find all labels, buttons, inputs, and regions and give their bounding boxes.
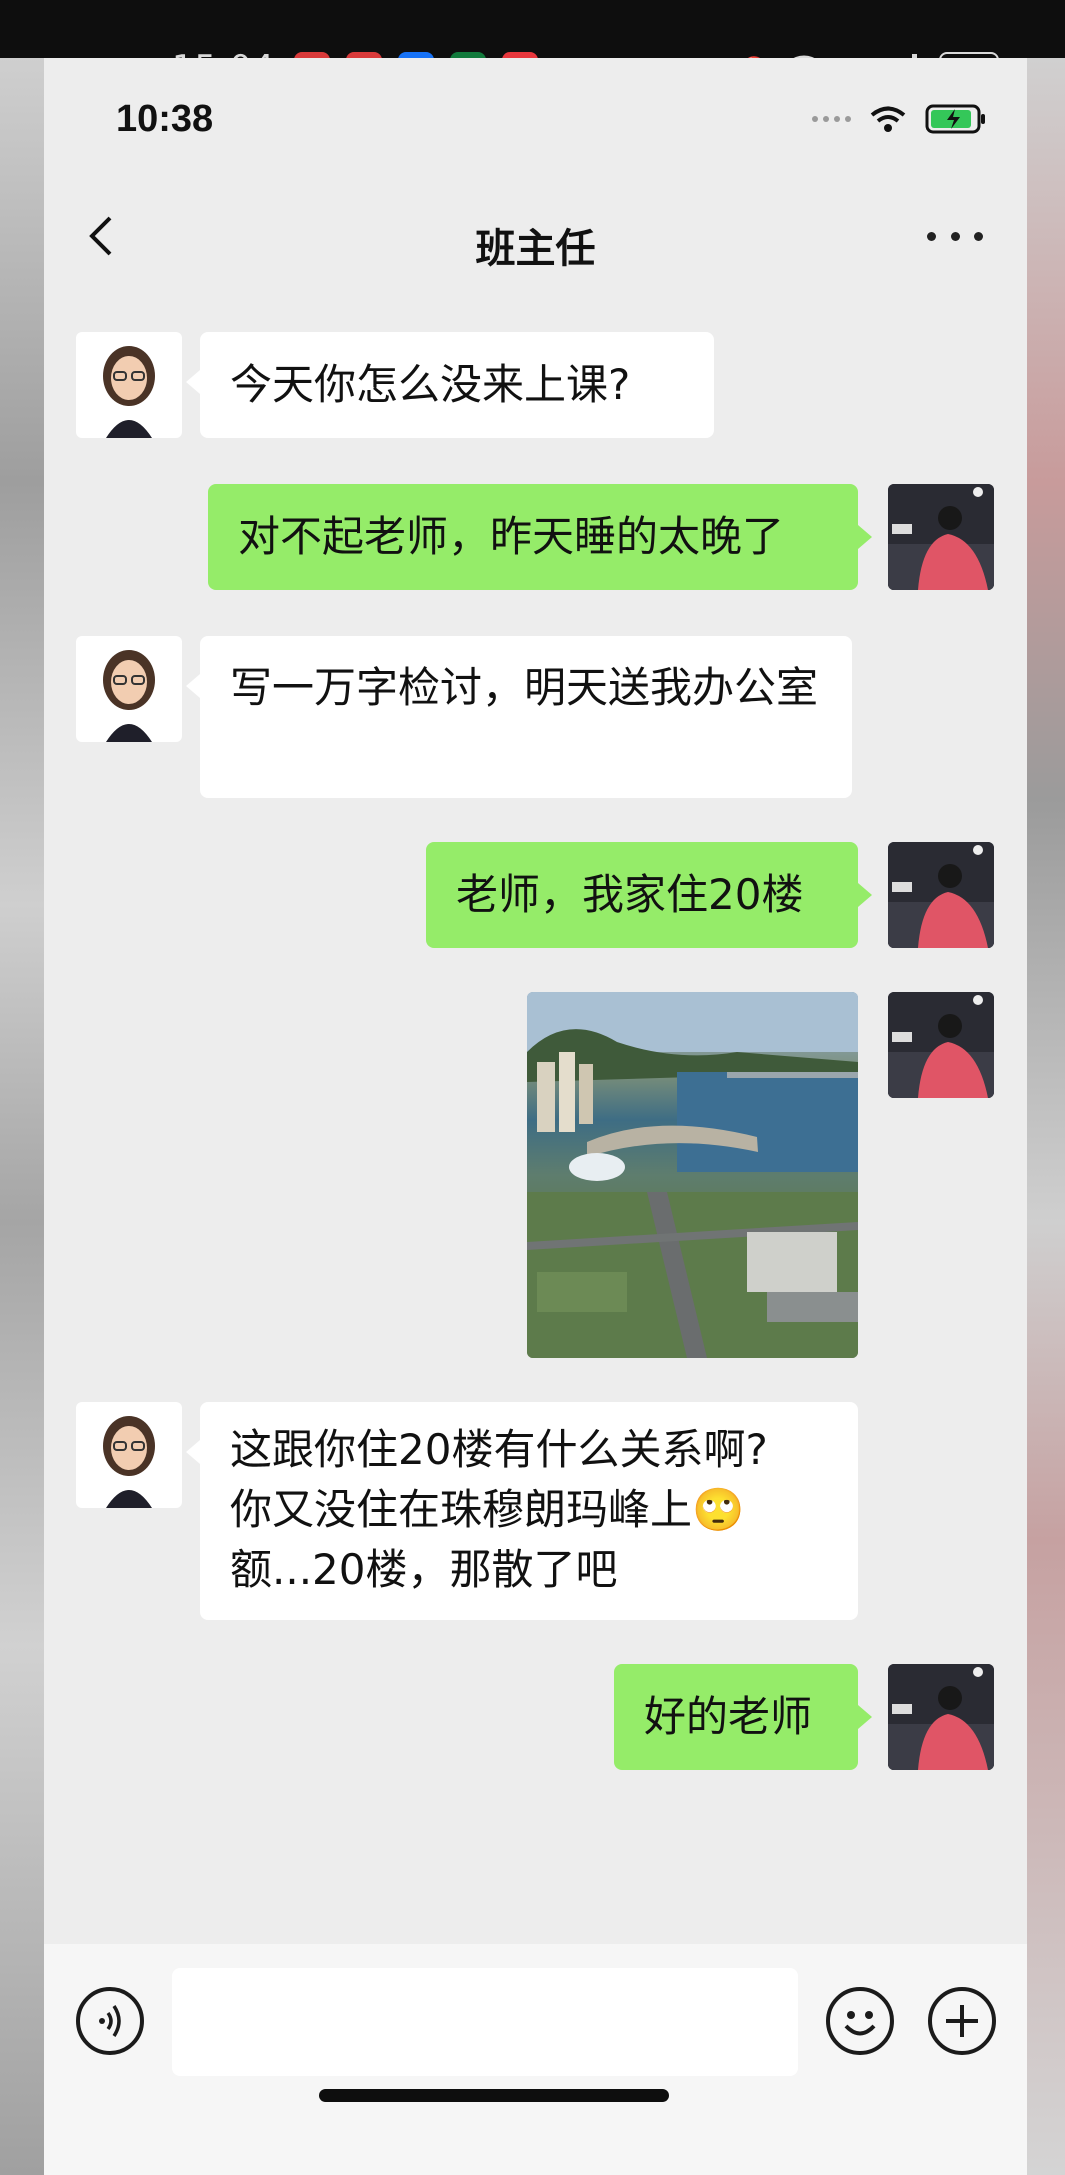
- signal-dots-icon: [812, 116, 851, 122]
- message-bubble[interactable]: 对不起老师，昨天睡的太晚了: [208, 484, 858, 590]
- message-line: 额...20楼，那散了吧: [230, 1545, 618, 1594]
- message-bubble[interactable]: 好的老师: [614, 1664, 858, 1770]
- wifi-icon: [870, 106, 906, 132]
- teacher-avatar[interactable]: [76, 636, 182, 742]
- person-photo-icon: [888, 992, 994, 1098]
- status-bar: 10:38: [44, 58, 1027, 158]
- teacher-cartoon-icon: [103, 1416, 155, 1508]
- my-avatar[interactable]: [888, 842, 994, 948]
- teacher-avatar[interactable]: [76, 1402, 182, 1508]
- coastal-city-photo[interactable]: [527, 992, 858, 1358]
- message-bubble[interactable]: 今天你怎么没来上课?: [200, 332, 714, 438]
- coastal-city-photo-icon: [527, 992, 858, 1358]
- message-line: 你又没住在珠穆朗玛峰上🙄: [230, 1485, 745, 1534]
- smiley-icon: [844, 2011, 876, 2036]
- voice-icon: [99, 2005, 121, 2037]
- battery-charging-icon: [925, 104, 985, 134]
- message-bubble[interactable]: 老师，我家住20楼: [426, 842, 858, 948]
- chat-header: 班主任: [44, 158, 1027, 294]
- message-bubble[interactable]: 写一万字检讨，明天送我办公室: [200, 636, 852, 798]
- bubble-tail: [858, 525, 872, 549]
- outer-status-bar: [0, 0, 1065, 58]
- my-avatar[interactable]: [888, 992, 994, 1098]
- status-icons: [812, 104, 987, 134]
- message-bubble[interactable]: 这跟你住20楼有什么关系啊? 你又没住在珠穆朗玛峰上🙄 额...20楼，那散了吧: [200, 1402, 858, 1620]
- teacher-cartoon-icon: [103, 650, 155, 742]
- chat-title: 班主任: [475, 226, 596, 272]
- message-text-field[interactable]: [172, 1968, 798, 2076]
- person-photo-icon: [888, 842, 994, 948]
- blurred-left-edge: [0, 58, 44, 2175]
- person-photo-icon: [888, 484, 994, 590]
- bubble-tail: [186, 674, 200, 698]
- status-time: 10:38: [116, 98, 214, 140]
- bubble-tail: [858, 883, 872, 907]
- teacher-cartoon-icon: [103, 346, 155, 438]
- message-line: 这跟你住20楼有什么关系啊?: [230, 1425, 768, 1474]
- message-input-bar: [44, 1944, 1027, 2175]
- bubble-tail: [186, 1440, 200, 1464]
- home-indicator[interactable]: [319, 2089, 669, 2102]
- blurred-right-edge: [1027, 58, 1065, 2175]
- chat-screen: 10:38 班主任 今天你怎么没来上课? 对不起老师，昨天睡的太晚了 写一万字检…: [44, 58, 1027, 2175]
- emoji-button[interactable]: [826, 1987, 894, 2055]
- more-options-icon[interactable]: [927, 222, 983, 250]
- teacher-avatar[interactable]: [76, 332, 182, 438]
- bubble-tail: [186, 370, 200, 394]
- bubble-tail: [858, 1705, 872, 1729]
- person-photo-icon: [888, 1664, 994, 1770]
- plus-icon: [946, 2005, 978, 2037]
- my-avatar[interactable]: [888, 484, 994, 590]
- my-avatar[interactable]: [888, 1664, 994, 1770]
- voice-input-button[interactable]: [76, 1987, 144, 2055]
- add-more-button[interactable]: [928, 1987, 996, 2055]
